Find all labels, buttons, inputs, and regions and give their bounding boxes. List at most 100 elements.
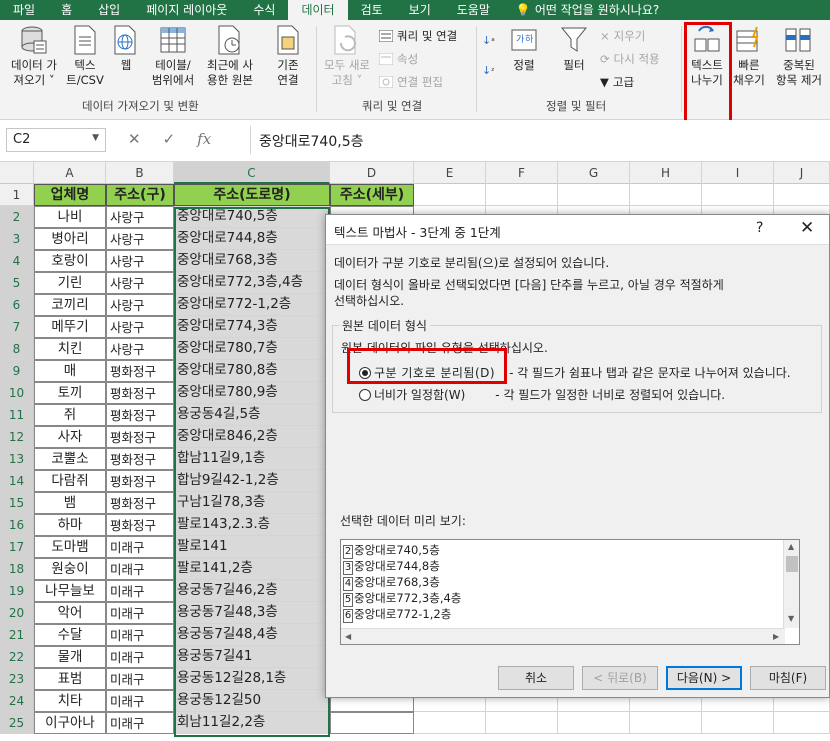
company-name-cell[interactable]: 치킨 [34,338,106,360]
company-name-cell[interactable]: 하마 [34,514,106,536]
district-cell[interactable]: 미래구 [106,580,174,602]
row-header[interactable]: 11 [0,404,34,426]
company-name-cell[interactable]: 수달 [34,624,106,646]
company-name-cell[interactable]: 사자 [34,426,106,448]
tab-home[interactable]: 홈 [48,0,85,20]
road-address-cell[interactable]: 용궁동4길,5층 [174,404,330,426]
district-cell[interactable]: 사랑구 [106,206,174,228]
road-address-cell[interactable]: 중앙대로768,3층 [174,250,330,272]
company-name-cell[interactable]: 뱀 [34,492,106,514]
company-name-cell[interactable]: 병아리 [34,228,106,250]
row-header[interactable]: 14 [0,470,34,492]
company-name-cell[interactable]: 치타 [34,690,106,712]
tab-review[interactable]: 검토 [348,0,396,20]
reapply-button[interactable]: ⟳ 다시 적용 [600,51,660,67]
company-name-cell[interactable]: 매 [34,360,106,382]
flash-fill-button[interactable]: 빠른 채우기 [731,24,767,88]
column-header[interactable]: G [558,162,630,184]
column-header[interactable]: E [414,162,486,184]
column-header[interactable]: F [486,162,558,184]
company-name-cell[interactable]: 이구아나 [34,712,106,734]
table-header-cell[interactable]: 주소(세부) [330,184,414,206]
road-address-cell[interactable]: 용궁동12길50 [174,690,330,712]
column-header[interactable]: D [330,162,414,184]
insert-function-icon[interactable]: fx [197,130,211,148]
data-preview-box[interactable]: 2 중앙대로740,5층 3 중앙대로744,8층 4 중앙대로768,3층 5 중앙대로77… [340,539,800,645]
scroll-left-icon[interactable]: ◀ [345,632,351,641]
empty-cell[interactable] [702,184,774,206]
cancel-icon[interactable]: ✕ [128,130,141,148]
tab-insert[interactable]: 삽입 [85,0,133,20]
enter-check-icon[interactable]: ✓ [163,130,176,148]
company-name-cell[interactable]: 악어 [34,602,106,624]
company-name-cell[interactable]: 나비 [34,206,106,228]
company-name-cell[interactable]: 코뿔소 [34,448,106,470]
column-header[interactable]: J [774,162,830,184]
road-address-cell[interactable]: 용궁동7길41 [174,646,330,668]
empty-cell[interactable] [702,712,774,734]
row-header[interactable]: 13 [0,448,34,470]
empty-cell[interactable] [486,712,558,734]
row-header[interactable]: 18 [0,558,34,580]
district-cell[interactable]: 평화정구 [106,404,174,426]
empty-cell[interactable] [414,712,486,734]
company-name-cell[interactable]: 나무늘보 [34,580,106,602]
edit-links-button[interactable]: 연결 편집 [378,74,443,90]
name-box[interactable]: C2 ▼ [6,128,106,152]
row-header[interactable]: 25 [0,712,34,734]
empty-cell[interactable] [774,712,830,734]
tab-help[interactable]: 도움말 [444,0,503,20]
road-address-cell[interactable]: 중앙대로772-1,2층 [174,294,330,316]
district-cell[interactable]: 평화정구 [106,448,174,470]
row-header[interactable]: 6 [0,294,34,316]
cancel-button[interactable]: 취소 [498,666,574,690]
district-cell[interactable]: 미래구 [106,668,174,690]
company-name-cell[interactable]: 표범 [34,668,106,690]
tab-data[interactable]: 데이터 [288,0,348,20]
district-cell[interactable]: 평화정구 [106,514,174,536]
close-button[interactable]: ✕ [800,218,814,238]
row-header[interactable]: 17 [0,536,34,558]
company-name-cell[interactable]: 토끼 [34,382,106,404]
queries-connections-button[interactable]: 쿼리 및 연결 [378,28,457,44]
road-address-cell[interactable]: 용궁동7길46,2층 [174,580,330,602]
road-address-cell[interactable]: 중앙대로740,5층 [174,206,330,228]
road-address-cell[interactable]: 용궁동12길28,1층 [174,668,330,690]
filter-button[interactable]: 필터 [556,24,592,73]
scroll-thumb[interactable] [786,556,798,572]
road-address-cell[interactable]: 중앙대로780,9층 [174,382,330,404]
row-header[interactable]: 23 [0,668,34,690]
district-cell[interactable]: 미래구 [106,712,174,734]
road-address-cell[interactable]: 중앙대로772,3층,4층 [174,272,330,294]
road-address-cell[interactable]: 용궁동7길48,4층 [174,624,330,646]
select-all-corner[interactable] [0,162,34,184]
district-cell[interactable]: 미래구 [106,646,174,668]
company-name-cell[interactable]: 호랑이 [34,250,106,272]
company-name-cell[interactable]: 원숭이 [34,558,106,580]
horizontal-scrollbar[interactable]: ◀ ▶ [341,628,785,644]
row-header[interactable]: 15 [0,492,34,514]
row-header[interactable]: 16 [0,514,34,536]
district-cell[interactable]: 사랑구 [106,316,174,338]
remove-duplicates-button[interactable]: 중복된 항목 제거 [770,24,828,88]
row-header[interactable]: 19 [0,580,34,602]
column-header[interactable]: C [174,162,330,184]
row-header[interactable]: 7 [0,316,34,338]
district-cell[interactable]: 평화정구 [106,382,174,404]
advanced-filter-button[interactable]: ▼ 고급 [600,74,634,90]
chevron-down-icon[interactable]: ▼ [92,133,99,143]
district-cell[interactable]: 미래구 [106,602,174,624]
company-name-cell[interactable]: 기린 [34,272,106,294]
company-name-cell[interactable]: 다람쥐 [34,470,106,492]
scroll-right-icon[interactable]: ▶ [773,632,779,641]
properties-button[interactable]: 속성 [378,51,418,67]
district-cell[interactable]: 사랑구 [106,338,174,360]
scroll-up-icon[interactable]: ▲ [788,542,794,551]
tell-me-search[interactable]: 💡 어떤 작업을 원하시나요? [503,0,672,20]
empty-cell[interactable] [558,184,630,206]
road-address-cell[interactable]: 중앙대로846,2층 [174,426,330,448]
row-header[interactable]: 5 [0,272,34,294]
road-address-cell[interactable]: 합남11길9,1층 [174,448,330,470]
sort-ascending-button[interactable]: ↓ᵃ [482,34,495,47]
road-address-cell[interactable]: 팔로143,2.3.층 [174,514,330,536]
